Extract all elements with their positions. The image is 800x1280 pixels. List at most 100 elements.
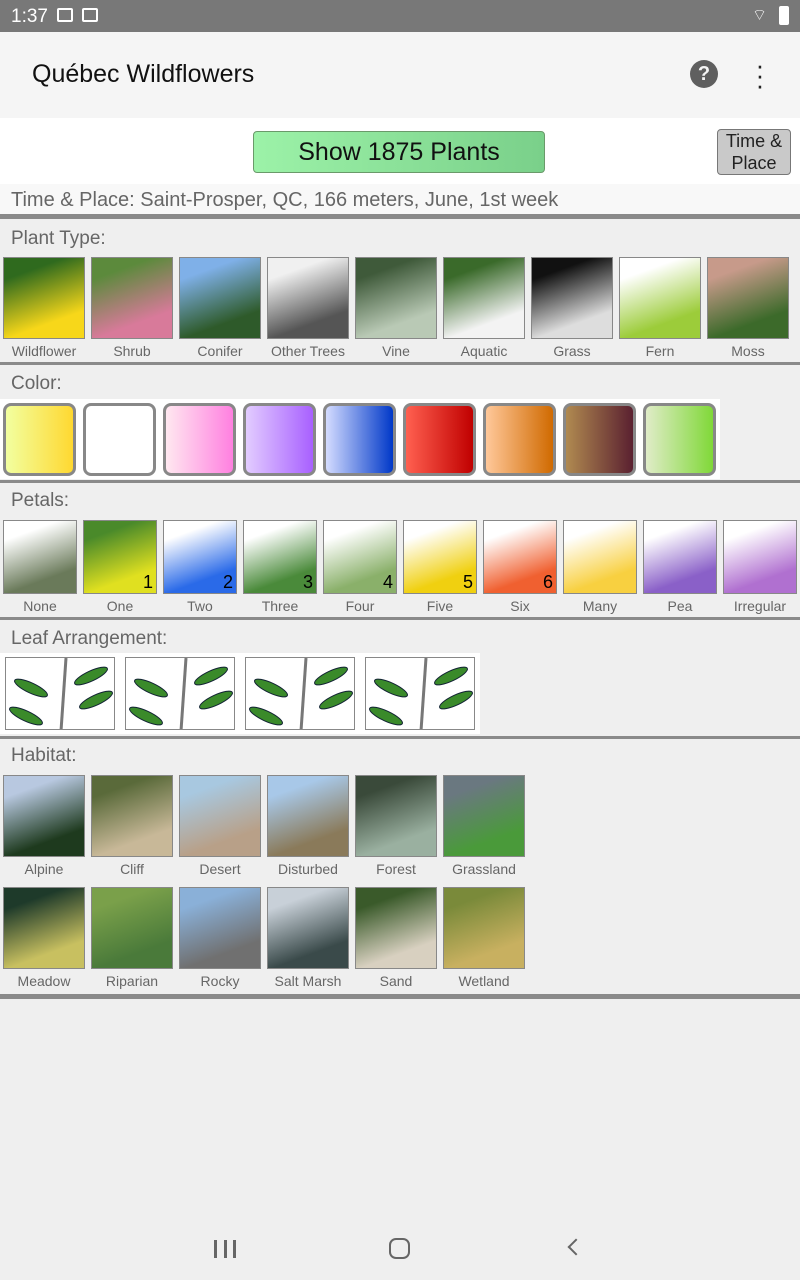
plant-type-heading: Plant Type: — [11, 228, 106, 249]
tile-label: Conifer — [197, 343, 243, 359]
habitat-riparian[interactable]: Riparian — [91, 887, 176, 989]
thumbnail-image — [3, 775, 85, 857]
petals-pea[interactable]: Pea — [643, 520, 720, 614]
thumbnail-image — [179, 887, 261, 969]
plant-type-other-trees[interactable]: Other Trees — [267, 257, 352, 359]
petal-count: 6 — [542, 572, 553, 592]
show-plants-button[interactable]: Show 1875 Plants — [253, 131, 545, 173]
tile-label: Desert — [199, 861, 241, 877]
plant-type-conifer[interactable]: Conifer — [179, 257, 264, 359]
leaf-palmate-icon — [365, 657, 475, 730]
thumbnail-image: 5 — [403, 520, 477, 594]
leaf-arrangement-whorled[interactable] — [245, 657, 355, 730]
petals-one[interactable]: 1 One — [83, 520, 160, 614]
habitat-wetland[interactable]: Wetland — [443, 887, 528, 989]
time-place-label-1: Time & — [725, 131, 783, 151]
tile-label: Five — [426, 598, 454, 614]
recent-apps-icon[interactable] — [214, 1240, 236, 1258]
tile-label: Pea — [667, 598, 693, 614]
plant-type-fern[interactable]: Fern — [619, 257, 704, 359]
habitat-heading: Habitat: — [11, 745, 77, 766]
habitat-disturbed[interactable]: Disturbed — [267, 775, 352, 877]
habitat-forest[interactable]: Forest — [355, 775, 440, 877]
thumbnail-image — [643, 520, 717, 594]
action-band: Show 1875 Plants Time & Place — [0, 118, 800, 184]
tile-label: Wetland — [458, 973, 510, 989]
tile-label: Moss — [731, 343, 765, 359]
tile-label: Grassland — [452, 861, 516, 877]
tile-label: Irregular — [733, 598, 787, 614]
leaf-arrangement-alternate[interactable] — [5, 657, 115, 730]
status-bar: 1:37 ⌔ — [0, 0, 800, 32]
color-swatch[interactable] — [643, 403, 716, 476]
tile-label: Four — [345, 598, 375, 614]
plant-type-grass[interactable]: Grass — [531, 257, 616, 359]
petals-two[interactable]: 2 Two — [163, 520, 240, 614]
divider — [0, 994, 800, 999]
petals-irregular[interactable]: Irregular — [723, 520, 800, 614]
tile-label: Grass — [553, 343, 591, 359]
tile-label: Salt Marsh — [274, 973, 342, 989]
color-swatch[interactable] — [323, 403, 396, 476]
tile-label: Cliff — [120, 861, 144, 877]
petals-five[interactable]: 5 Five — [403, 520, 480, 614]
thumbnail-image — [355, 257, 437, 339]
petal-count: 3 — [302, 572, 313, 592]
system-nav-bar — [0, 1216, 800, 1280]
thumbnail-image: 1 — [83, 520, 157, 594]
plant-type-aquatic[interactable]: Aquatic — [443, 257, 528, 359]
time-place-button[interactable]: Time & Place — [717, 129, 791, 175]
time-place-info: Time & Place: Saint-Prosper, QC, 166 met… — [0, 184, 800, 214]
habitat-rocky[interactable]: Rocky — [179, 887, 264, 989]
battery-icon — [779, 6, 789, 25]
thumbnail-image — [619, 257, 701, 339]
color-swatch[interactable] — [563, 403, 636, 476]
more-options-icon[interactable]: · · · — [750, 52, 770, 98]
tile-label: Shrub — [113, 343, 151, 359]
divider — [0, 480, 800, 483]
leaf-arrangement-opposite[interactable] — [125, 657, 235, 730]
tile-label: Fern — [645, 343, 675, 359]
color-swatch[interactable] — [163, 403, 236, 476]
petal-count: 5 — [462, 572, 473, 592]
habitat-sand[interactable]: Sand — [355, 887, 440, 989]
leaf-arrangement-palmate[interactable] — [365, 657, 475, 730]
color-swatch[interactable] — [83, 403, 156, 476]
petals-many[interactable]: Many — [563, 520, 640, 614]
thumbnail-image — [443, 775, 525, 857]
thumbnail-image — [723, 520, 797, 594]
thumbnail-image — [443, 887, 525, 969]
plant-type-wildflower[interactable]: Wildflower — [3, 257, 88, 359]
color-swatch[interactable] — [3, 403, 76, 476]
back-icon[interactable] — [567, 1238, 585, 1256]
thumbnail-image: 2 — [163, 520, 237, 594]
tile-label: Two — [187, 598, 213, 614]
thumbnail-image — [707, 257, 789, 339]
plant-type-vine[interactable]: Vine — [355, 257, 440, 359]
plant-type-moss[interactable]: Moss — [707, 257, 792, 359]
petals-three[interactable]: 3 Three — [243, 520, 320, 614]
tile-label: Six — [510, 598, 530, 614]
tile-label: None — [23, 598, 57, 614]
petal-count: 2 — [222, 572, 233, 592]
habitat-desert[interactable]: Desert — [179, 775, 264, 877]
plant-type-shrub[interactable]: Shrub — [91, 257, 176, 359]
petals-six[interactable]: 6 Six — [483, 520, 560, 614]
tile-label: Vine — [382, 343, 410, 359]
thumbnail-image: 6 — [483, 520, 557, 594]
petals-none[interactable]: None — [3, 520, 80, 614]
color-swatch[interactable] — [403, 403, 476, 476]
leaf-opposite-icon — [125, 657, 235, 730]
habitat-meadow[interactable]: Meadow — [3, 887, 88, 989]
color-swatch[interactable] — [243, 403, 316, 476]
habitat-cliff[interactable]: Cliff — [91, 775, 176, 877]
app-title: Québec Wildflowers — [32, 60, 255, 88]
thumbnail-image — [91, 775, 173, 857]
help-icon[interactable]: ? — [690, 60, 718, 88]
habitat-alpine[interactable]: Alpine — [3, 775, 88, 877]
home-icon[interactable] — [389, 1238, 410, 1259]
color-swatch[interactable] — [483, 403, 556, 476]
habitat-salt-marsh[interactable]: Salt Marsh — [267, 887, 352, 989]
habitat-grassland[interactable]: Grassland — [443, 775, 528, 877]
petals-four[interactable]: 4 Four — [323, 520, 400, 614]
